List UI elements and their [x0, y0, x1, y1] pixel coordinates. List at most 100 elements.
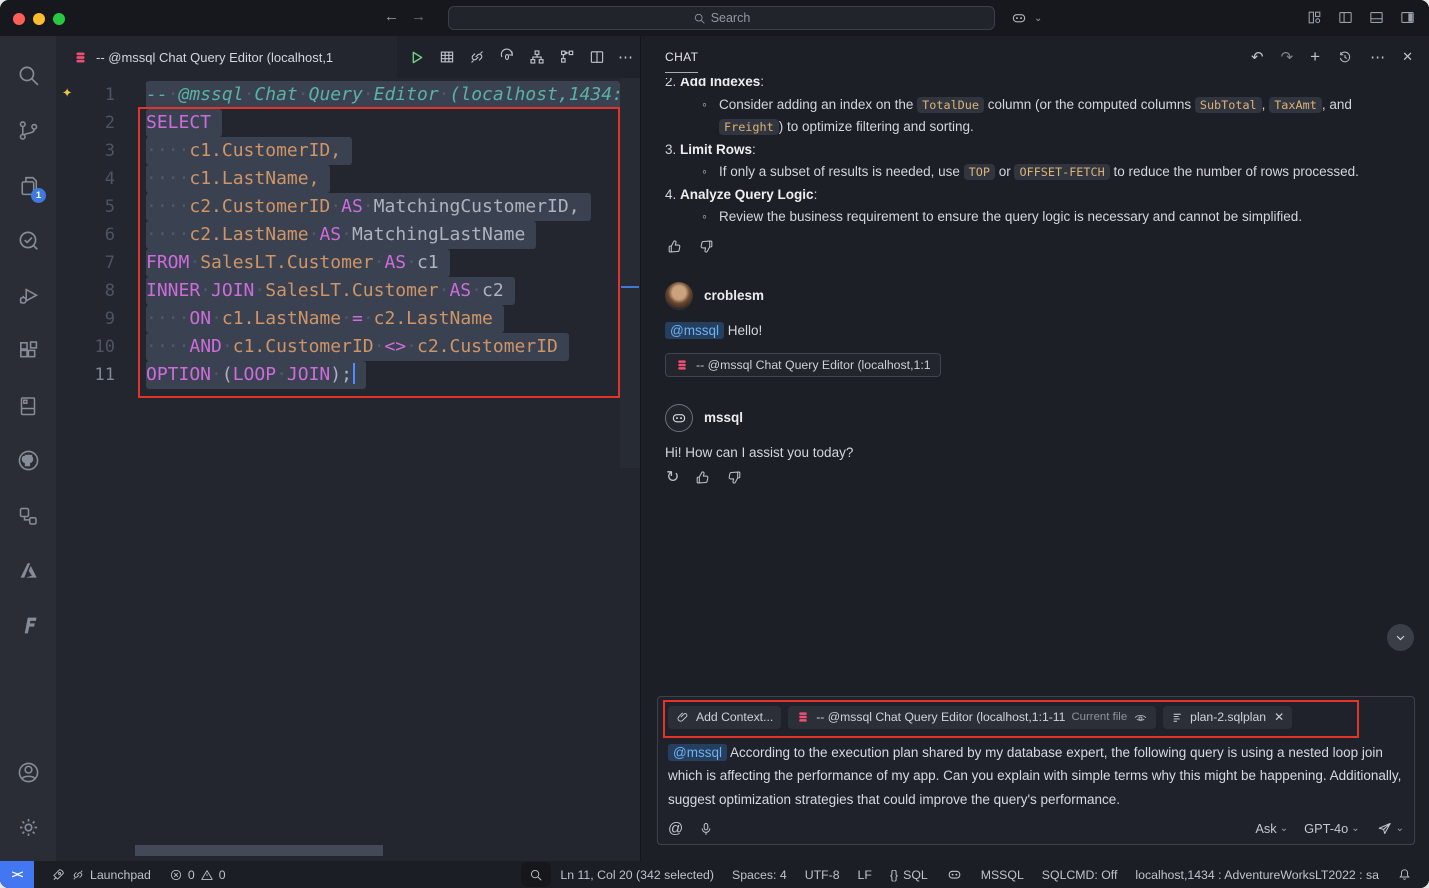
current-file-context-chip[interactable]: -- @mssql Chat Query Editor (localhost,1…: [788, 706, 1156, 729]
copilot-status-item[interactable]: [937, 861, 972, 888]
tab-chat[interactable]: CHAT: [665, 36, 698, 78]
chat-input-box[interactable]: Add Context... -- @mssql Chat Query Edit…: [657, 696, 1415, 846]
code-editor[interactable]: ✦ 1234567891011 --·@mssql·Chat·Query·Edi…: [56, 78, 640, 861]
send-button[interactable]: ⌄: [1376, 820, 1404, 837]
indentation-item[interactable]: Spaces: 4: [723, 861, 796, 888]
azure-view-button[interactable]: [4, 543, 52, 598]
retry-icon[interactable]: ↻: [666, 467, 679, 487]
undo-icon[interactable]: ↶: [1251, 48, 1264, 66]
horizontal-scrollbar[interactable]: [135, 845, 383, 856]
code-line[interactable]: --·@mssql·Chat·Query·Editor·(localhost,1…: [146, 81, 620, 109]
extensions-view-button[interactable]: [4, 323, 52, 378]
estimated-plan-icon[interactable]: [498, 48, 516, 66]
split-editor-icon[interactable]: [588, 48, 606, 66]
code-line[interactable]: ····c2.LastName·AS·MatchingLastName: [146, 221, 620, 249]
sqlcmd-status-item[interactable]: SQLCMD: Off: [1033, 861, 1127, 888]
editor-tab[interactable]: -- @mssql Chat Query Editor (localhost,1: [56, 36, 397, 78]
encoding-item[interactable]: UTF-8: [796, 861, 849, 888]
launchpad-status-item[interactable]: Launchpad: [42, 861, 160, 888]
thumbs-down-icon[interactable]: [726, 469, 743, 486]
code-line[interactable]: INNER·JOIN·SalesLT.Customer·AS·c2: [146, 277, 620, 305]
copilot-menu-button[interactable]: ⌄: [1010, 9, 1042, 27]
mention-chip[interactable]: @mssql: [668, 744, 727, 761]
microphone-icon[interactable]: [698, 821, 714, 837]
mssql-status-item[interactable]: MSSQL: [972, 861, 1033, 888]
new-chat-icon[interactable]: +: [1310, 47, 1320, 67]
attachment-label: -- @mssql Chat Query Editor (localhost,1…: [696, 358, 931, 372]
sqlplan-context-chip[interactable]: plan-2.sqlplan ✕: [1163, 706, 1292, 729]
thumbs-down-icon[interactable]: [698, 238, 715, 255]
mode-picker[interactable]: Ask ⌄: [1255, 821, 1288, 836]
overview-ruler[interactable]: [620, 78, 640, 468]
history-forward-icon[interactable]: →: [411, 8, 426, 25]
code-line[interactable]: OPTION·(LOOP·JOIN);: [146, 361, 620, 389]
customize-layout-icon[interactable]: [1306, 9, 1323, 26]
accounts-button[interactable]: [4, 745, 52, 800]
database-view-button[interactable]: [4, 378, 52, 433]
code-line[interactable]: SELECT: [146, 109, 620, 137]
eye-icon[interactable]: [1133, 710, 1148, 725]
problems-status-item[interactable]: 0 0: [160, 861, 235, 888]
results-grid-icon[interactable]: [438, 48, 456, 66]
redo-icon[interactable]: ↷: [1281, 48, 1294, 66]
source-control-view-button[interactable]: [4, 103, 52, 158]
toggle-secondary-sidebar-icon[interactable]: [1399, 9, 1416, 26]
chat-input-text[interactable]: @mssql According to the execution plan s…: [668, 741, 1404, 812]
inline-code-chip: OFFSET-FETCH: [1014, 164, 1109, 180]
maximize-window-button[interactable]: [53, 13, 65, 25]
thumbs-up-icon[interactable]: [666, 238, 683, 255]
scroll-to-bottom-button[interactable]: [1387, 624, 1414, 651]
message-attachment-pill[interactable]: -- @mssql Chat Query Editor (localhost,1…: [665, 353, 941, 377]
thumbs-up-icon[interactable]: [694, 469, 711, 486]
disconnect-icon[interactable]: [468, 48, 486, 66]
code-line[interactable]: FROM·SalesLT.Customer·AS·c1: [146, 249, 620, 277]
remove-context-icon[interactable]: ✕: [1274, 710, 1284, 724]
actual-plan-icon[interactable]: [558, 48, 576, 66]
history-back-icon[interactable]: ←: [384, 8, 399, 25]
sql-projects-view-button[interactable]: [4, 598, 52, 653]
close-window-button[interactable]: [13, 13, 25, 25]
copilot-sparkle-icon[interactable]: ✦: [62, 82, 72, 102]
remote-indicator[interactable]: ><: [0, 861, 34, 888]
chat-panel: CHAT ↶ ↷ + ⋯ ✕ 2. Add Indexes:◦Consider …: [640, 36, 1429, 861]
toggle-panel-icon[interactable]: [1368, 9, 1385, 26]
settings-gear-icon: [16, 815, 41, 840]
more-actions-icon[interactable]: ⋯: [618, 48, 633, 66]
zoom-indicator[interactable]: [521, 862, 551, 887]
remote-explorer-view-button[interactable]: [4, 488, 52, 543]
settings-button[interactable]: [4, 800, 52, 855]
mention-chip[interactable]: @mssql: [665, 322, 724, 339]
code-line[interactable]: ····ON·c1.LastName·=·c2.LastName: [146, 305, 620, 333]
cursor-position-item[interactable]: Ln 11, Col 20 (342 selected): [551, 861, 723, 888]
notifications-item[interactable]: [1388, 861, 1421, 888]
code-line[interactable]: ····c2.CustomerID·AS·MatchingCustomerID,: [146, 193, 620, 221]
more-actions-icon[interactable]: ⋯: [1370, 48, 1385, 66]
line-number: 5: [56, 193, 115, 221]
eol-item[interactable]: LF: [849, 861, 881, 888]
list-icon: [1171, 711, 1184, 724]
editor-tab-bar: -- @mssql Chat Query Editor (localhost,1…: [56, 36, 640, 78]
github-view-button[interactable]: [4, 433, 52, 488]
code-line[interactable]: ····AND·c1.CustomerID·<>·c2.CustomerID: [146, 333, 620, 361]
run-query-icon[interactable]: [407, 48, 426, 67]
command-center-search[interactable]: Search: [448, 6, 995, 30]
run-debug-view-button[interactable]: [4, 268, 52, 323]
language-mode-item[interactable]: {} SQL: [881, 861, 937, 888]
code-line[interactable]: ····c1.CustomerID,: [146, 137, 620, 165]
code-line[interactable]: ····c1.LastName,: [146, 165, 620, 193]
connection-status-item[interactable]: localhost,1434 : AdventureWorksLT2022 : …: [1126, 861, 1388, 888]
close-icon[interactable]: ✕: [1402, 49, 1413, 65]
bullet-marker: ◦: [702, 206, 719, 229]
current-file-tag: Current file: [1071, 711, 1127, 723]
testing-view-button[interactable]: [4, 213, 52, 268]
mention-picker-icon[interactable]: @: [668, 820, 683, 837]
explorer-view-button[interactable]: 1: [4, 158, 52, 213]
minimize-window-button[interactable]: [33, 13, 45, 25]
add-context-chip[interactable]: Add Context...: [668, 706, 781, 729]
search-view-button[interactable]: [4, 48, 52, 103]
query-plan-icon[interactable]: [528, 48, 546, 66]
model-picker[interactable]: GPT-4o ⌄: [1304, 821, 1360, 836]
toggle-primary-sidebar-icon[interactable]: [1337, 9, 1354, 26]
chat-history-icon[interactable]: [1337, 49, 1353, 65]
remote-explorer-icon: [16, 504, 40, 528]
